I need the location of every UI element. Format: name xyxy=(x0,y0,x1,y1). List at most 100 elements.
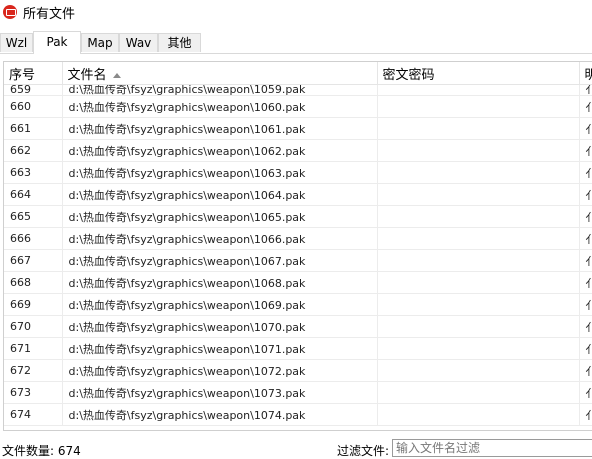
table-row[interactable]: 662 d:\热血传奇\fsyz\graphics\weapon\1062.pak… xyxy=(4,139,592,162)
row-filename-cell: d:\热血传奇\fsyz\graphics\weapon\1072.pak xyxy=(62,359,378,382)
row-index-cell: 663 xyxy=(4,161,63,184)
row-password-cell xyxy=(377,249,580,272)
table-row[interactable]: 674 d:\热血传奇\fsyz\graphics\weapon\1074.pak… xyxy=(4,403,592,426)
row-index-cell: 667 xyxy=(4,249,63,272)
app-logo-icon xyxy=(3,5,17,19)
row-index-cell: 668 xyxy=(4,271,63,294)
row-filename-cell: d:\热血传奇\fsyz\graphics\weapon\1071.pak xyxy=(62,337,378,360)
row-plaintext-cell: 亻 xyxy=(579,161,592,184)
row-password-cell xyxy=(377,271,580,294)
status-bar: 文件数量: 674 过滤文件: xyxy=(0,438,592,458)
row-index-cell: 662 xyxy=(4,139,63,162)
table-row[interactable]: 660 d:\热血传奇\fsyz\graphics\weapon\1060.pak… xyxy=(4,95,592,118)
row-filename-cell: d:\热血传奇\fsyz\graphics\weapon\1065.pak xyxy=(62,205,378,228)
row-password-cell xyxy=(377,161,580,184)
row-password-cell xyxy=(377,403,580,426)
row-filename-cell: d:\热血传奇\fsyz\graphics\weapon\1068.pak xyxy=(62,271,378,294)
row-password-cell xyxy=(377,95,580,118)
table-row[interactable]: 663 d:\热血传奇\fsyz\graphics\weapon\1063.pak… xyxy=(4,161,592,184)
row-filename-cell: d:\热血传奇\fsyz\graphics\weapon\1061.pak xyxy=(62,117,378,140)
tab-pak[interactable]: Pak xyxy=(33,31,81,54)
row-filename-cell: d:\热血传奇\fsyz\graphics\weapon\1067.pak xyxy=(62,249,378,272)
file-list-table[interactable]: 序号 文件名 密文密码 明 659d:\热血传奇\fsyz\graphics\w… xyxy=(3,61,592,431)
row-password-cell xyxy=(377,293,580,316)
row-password-cell xyxy=(377,117,580,140)
row-password-cell xyxy=(377,227,580,250)
column-header-filename[interactable]: 文件名 xyxy=(62,62,378,85)
tab-wav[interactable]: Wav xyxy=(119,33,158,52)
table-row[interactable]: 667 d:\热血传奇\fsyz\graphics\weapon\1067.pak… xyxy=(4,249,592,272)
row-password-cell xyxy=(377,205,580,228)
sort-ascending-icon xyxy=(112,72,121,78)
column-header-password[interactable]: 密文密码 xyxy=(377,62,580,85)
table-row[interactable]: 673 d:\热血传奇\fsyz\graphics\weapon\1073.pak… xyxy=(4,381,592,404)
row-plaintext-cell: 亻 xyxy=(579,205,592,228)
tab-other[interactable]: 其他 xyxy=(158,33,201,52)
row-plaintext-cell: 亻 xyxy=(579,117,592,140)
row-plaintext-cell: 亻 xyxy=(579,183,592,206)
column-header-plaintext[interactable]: 明 xyxy=(579,62,592,85)
row-filename-cell: d:\热血传奇\fsyz\graphics\weapon\1070.pak xyxy=(62,315,378,338)
row-password-cell xyxy=(377,359,580,382)
row-plaintext-cell: 亻 xyxy=(579,249,592,272)
table-row[interactable]: 671 d:\热血传奇\fsyz\graphics\weapon\1071.pak… xyxy=(4,337,592,360)
row-password-cell xyxy=(377,84,580,96)
table-row[interactable]: 665 d:\热血传奇\fsyz\graphics\weapon\1065.pak… xyxy=(4,205,592,228)
row-index-cell: 674 xyxy=(4,403,63,426)
table-row[interactable]: 661 d:\热血传奇\fsyz\graphics\weapon\1061.pak… xyxy=(4,117,592,140)
row-index-cell: 671 xyxy=(4,337,63,360)
row-filename-cell: d:\热血传奇\fsyz\graphics\weapon\1069.pak xyxy=(62,293,378,316)
filter-label: 过滤文件: xyxy=(337,444,390,458)
row-index-cell: 669 xyxy=(4,293,63,316)
row-plaintext-cell: 亻 xyxy=(579,271,592,294)
table-row[interactable]: 666 d:\热血传奇\fsyz\graphics\weapon\1066.pak… xyxy=(4,227,592,250)
row-plaintext-cell: 亻 xyxy=(579,337,592,360)
row-plaintext-cell: 亻 xyxy=(579,84,592,96)
row-password-cell xyxy=(377,337,580,360)
row-plaintext-cell: 亻 xyxy=(579,227,592,250)
table-row[interactable]: 659 d:\热血传奇\fsyz\graphics\weapon\1059.pak… xyxy=(4,84,592,96)
filter-input[interactable] xyxy=(392,439,592,457)
row-filename-cell: d:\热血传奇\fsyz\graphics\weapon\1060.pak xyxy=(62,95,378,118)
table-row[interactable]: 670 d:\热血传奇\fsyz\graphics\weapon\1070.pak… xyxy=(4,315,592,338)
row-index-cell: 659 xyxy=(4,84,63,96)
table-row[interactable]: 664 d:\热血传奇\fsyz\graphics\weapon\1064.pak… xyxy=(4,183,592,206)
tab-wzl[interactable]: Wzl xyxy=(0,33,33,52)
row-index-cell: 670 xyxy=(4,315,63,338)
row-plaintext-cell: 亻 xyxy=(579,315,592,338)
row-index-cell: 664 xyxy=(4,183,63,206)
row-plaintext-cell: 亻 xyxy=(579,359,592,382)
row-filename-cell: d:\热血传奇\fsyz\graphics\weapon\1062.pak xyxy=(62,139,378,162)
table-row[interactable]: 668 d:\热血传奇\fsyz\graphics\weapon\1068.pak… xyxy=(4,271,592,294)
row-filename-cell: d:\热血传奇\fsyz\graphics\weapon\1064.pak xyxy=(62,183,378,206)
table-row[interactable]: 669 d:\热血传奇\fsyz\graphics\weapon\1069.pak… xyxy=(4,293,592,316)
row-password-cell xyxy=(377,381,580,404)
row-index-cell: 665 xyxy=(4,205,63,228)
tab-bar: Wzl Pak Map Wav 其他 xyxy=(0,31,592,54)
row-filename-cell: d:\热血传奇\fsyz\graphics\weapon\1059.pak xyxy=(62,84,378,96)
row-filename-cell: d:\热血传奇\fsyz\graphics\weapon\1066.pak xyxy=(62,227,378,250)
row-index-cell: 660 xyxy=(4,95,63,118)
window-title: 所有文件 xyxy=(23,6,76,22)
tab-map[interactable]: Map xyxy=(81,33,119,52)
row-plaintext-cell: 亻 xyxy=(579,381,592,404)
title-bar: 所有文件 xyxy=(0,0,592,24)
row-filename-cell: d:\热血传奇\fsyz\graphics\weapon\1073.pak xyxy=(62,381,378,404)
row-plaintext-cell: 亻 xyxy=(579,403,592,426)
row-password-cell xyxy=(377,139,580,162)
table-row[interactable]: 672 d:\热血传奇\fsyz\graphics\weapon\1072.pak… xyxy=(4,359,592,382)
column-header-index[interactable]: 序号 xyxy=(4,62,63,85)
row-index-cell: 666 xyxy=(4,227,63,250)
row-filename-cell: d:\热血传奇\fsyz\graphics\weapon\1063.pak xyxy=(62,161,378,184)
row-filename-cell: d:\热血传奇\fsyz\graphics\weapon\1074.pak xyxy=(62,403,378,426)
table-body: 659 d:\热血传奇\fsyz\graphics\weapon\1059.pak… xyxy=(4,84,592,426)
table-header-row: 序号 文件名 密文密码 明 xyxy=(4,62,592,85)
row-index-cell: 661 xyxy=(4,117,63,140)
file-count-label: 文件数量: 674 xyxy=(2,444,81,458)
row-password-cell xyxy=(377,183,580,206)
row-plaintext-cell: 亻 xyxy=(579,95,592,118)
row-index-cell: 672 xyxy=(4,359,63,382)
row-password-cell xyxy=(377,315,580,338)
row-plaintext-cell: 亻 xyxy=(579,293,592,316)
row-plaintext-cell: 亻 xyxy=(579,139,592,162)
